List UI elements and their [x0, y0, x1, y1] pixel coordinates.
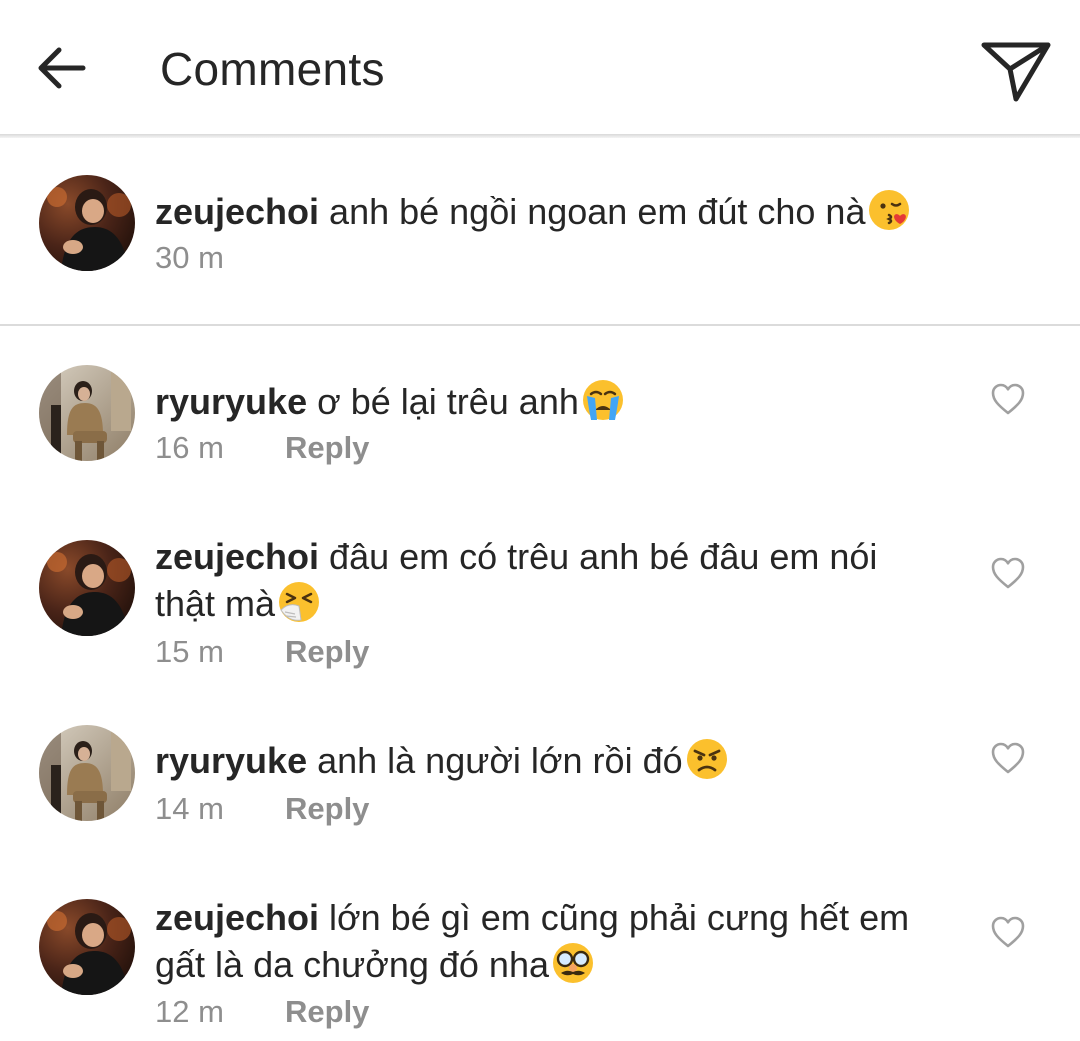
- heart-icon: [991, 742, 1025, 774]
- comment-meta: 12 m Reply: [155, 990, 369, 1034]
- page-title: Comments: [160, 43, 385, 95]
- comment-item: zeujechoi lớn bé gì em cũng phải cưng hết…: [0, 856, 1080, 1041]
- caption-username[interactable]: zeujechoi: [155, 191, 319, 232]
- disguised-face-emoji: [551, 941, 595, 985]
- timestamp: 16 m: [155, 430, 224, 465]
- sneezing-face-emoji: [277, 580, 321, 624]
- crying-face-emoji: [581, 378, 625, 422]
- avatar[interactable]: [39, 540, 135, 636]
- timestamp: 30 m: [155, 240, 224, 275]
- caption-body: anh bé ngồi ngoan em đút cho nà: [329, 191, 866, 232]
- comment-username[interactable]: ryuryuke: [155, 381, 307, 422]
- caption: zeujechoi anh bé ngồi ngoan em đút cho nà…: [0, 138, 1080, 324]
- top-bar: Comments: [0, 0, 1080, 136]
- like-button[interactable]: [990, 556, 1026, 590]
- reply-button[interactable]: Reply: [285, 990, 369, 1034]
- comment-username[interactable]: zeujechoi: [155, 536, 319, 577]
- reply-button[interactable]: Reply: [285, 787, 369, 831]
- comment-meta: 14 m Reply: [155, 787, 369, 831]
- comment-meta: 15 m Reply: [155, 630, 369, 674]
- comment-item: ryuryuke anh là người lớn rồi đó 14 m Rep…: [0, 686, 1080, 856]
- comment-username[interactable]: ryuryuke: [155, 740, 307, 781]
- heart-icon: [991, 916, 1025, 948]
- comment-text: zeujechoi đâu em có trêu anh bé đâu em nó…: [155, 533, 945, 627]
- timestamp: 15 m: [155, 634, 224, 669]
- comment-body: anh là người lớn rồi đó: [317, 740, 683, 781]
- share-button[interactable]: [976, 36, 1056, 106]
- reply-button[interactable]: Reply: [285, 426, 369, 470]
- like-button[interactable]: [990, 741, 1026, 775]
- avatar[interactable]: [39, 899, 135, 995]
- comment-text: ryuryuke ơ bé lại trêu anh: [155, 378, 955, 425]
- comment-text: zeujechoi lớn bé gì em cũng phải cưng hết…: [155, 894, 915, 988]
- avatar[interactable]: [39, 725, 135, 821]
- comment-username[interactable]: zeujechoi: [155, 897, 319, 938]
- caption-text: zeujechoi anh bé ngồi ngoan em đút cho nà: [155, 188, 955, 235]
- caption-meta: 30 m: [155, 236, 285, 280]
- like-button[interactable]: [990, 915, 1026, 949]
- timestamp: 14 m: [155, 791, 224, 826]
- like-button[interactable]: [990, 382, 1026, 416]
- comment-item: zeujechoi đâu em có trêu anh bé đâu em nó…: [0, 496, 1080, 686]
- avatar[interactable]: [39, 365, 135, 461]
- timestamp: 12 m: [155, 994, 224, 1029]
- kissing-face-emoji: [867, 188, 911, 232]
- comment-item: ryuryuke ơ bé lại trêu anh 16 m Reply: [0, 326, 1080, 496]
- reply-button[interactable]: Reply: [285, 630, 369, 674]
- arrow-left-icon: [38, 47, 86, 89]
- comment-meta: 16 m Reply: [155, 426, 369, 470]
- avatar[interactable]: [39, 175, 135, 271]
- heart-icon: [991, 383, 1025, 415]
- back-button[interactable]: [34, 42, 90, 94]
- paper-plane-icon: [981, 42, 1051, 102]
- comment-body: ơ bé lại trêu anh: [317, 381, 579, 422]
- heart-icon: [991, 557, 1025, 589]
- angry-face-emoji: [685, 737, 729, 781]
- comment-text: ryuryuke anh là người lớn rồi đó: [155, 737, 955, 784]
